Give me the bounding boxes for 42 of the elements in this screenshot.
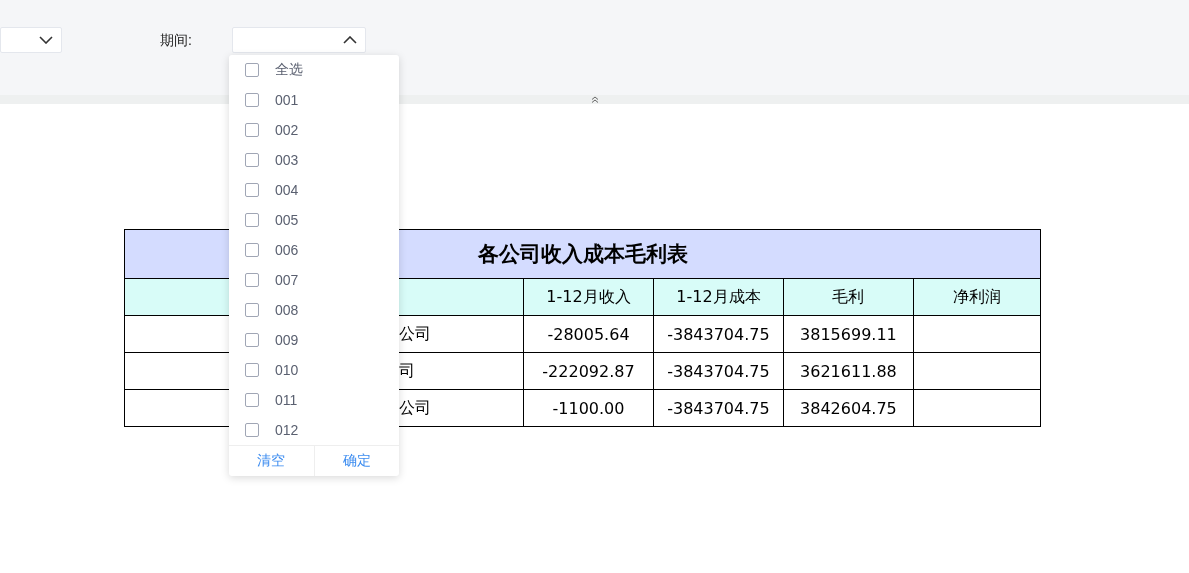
header-cell: 净利润 [913,278,1041,316]
company-select[interactable] [0,27,62,53]
checkbox[interactable] [245,153,259,167]
checkbox[interactable] [245,93,259,107]
table-cell: -1100.00 [523,389,654,427]
period-label: 期间: [160,32,193,50]
checkbox[interactable] [245,333,259,347]
table-cell: -3843704.75 [653,352,784,390]
header-cell: 1-12月成本 [653,278,784,316]
table-cell: -3843704.75 [653,315,784,353]
table-cell: -3843704.75 [653,389,784,427]
option-item[interactable]: 全选 [229,55,399,85]
checkbox[interactable] [245,123,259,137]
option-item[interactable]: 010 [229,355,399,385]
option-item[interactable]: 001 [229,85,399,115]
table-cell: 3621611.88 [783,352,914,390]
table-cell: -222092.87 [523,352,654,390]
table-cell: 3815699.11 [783,315,914,353]
clear-button[interactable]: 清空 [229,446,314,476]
confirm-button[interactable]: 确定 [313,446,399,476]
checkbox[interactable] [245,303,259,317]
header-cell: 毛利 [783,278,914,316]
period-select[interactable] [232,27,366,53]
checkbox[interactable] [245,393,259,407]
option-item[interactable]: 004 [229,175,399,205]
checkbox[interactable] [245,363,259,377]
checkbox[interactable] [245,273,259,287]
chevron-icon [39,36,53,44]
table-cell: -28005.64 [523,315,654,353]
option-item[interactable]: 003 [229,145,399,175]
checkbox[interactable] [245,63,259,77]
checkbox[interactable] [245,213,259,227]
checkbox[interactable] [245,183,259,197]
option-item[interactable]: 006 [229,235,399,265]
checkbox[interactable] [245,423,259,437]
collapse-icon[interactable] [590,96,599,103]
checkbox[interactable] [245,243,259,257]
option-item[interactable]: 009 [229,325,399,355]
table-cell: 3842604.75 [783,389,914,427]
chevron-icon [343,36,357,44]
option-item[interactable]: 002 [229,115,399,145]
header-cell: 1-12月收入 [523,278,654,316]
